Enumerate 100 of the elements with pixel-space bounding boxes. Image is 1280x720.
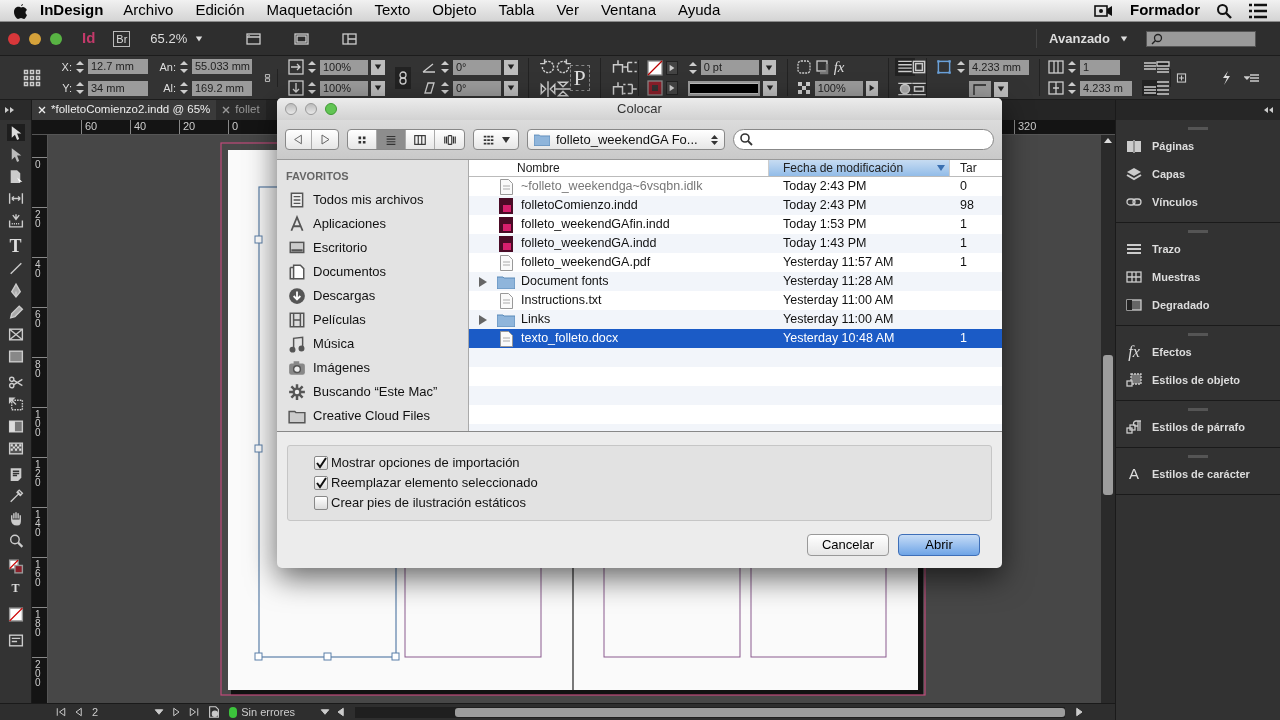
value-field[interactable]: 100% <box>814 80 863 96</box>
zoom-level-dropdown[interactable]: 65.2% <box>150 28 204 49</box>
page-number-field[interactable]: 2 <box>90 703 150 720</box>
value-field[interactable]: 169.2 mm <box>192 80 252 96</box>
file-row[interactable]: Document fonts Yesterday 11:28 AM <box>469 272 1002 291</box>
rotation-reference-glyph[interactable]: P <box>569 64 590 91</box>
dropdown-button[interactable] <box>371 59 385 75</box>
scroll-thumb[interactable] <box>455 707 1065 717</box>
search-field[interactable] <box>1146 30 1256 47</box>
value-field[interactable]: 0 pt <box>700 60 759 75</box>
expand-arrow-button[interactable] <box>665 60 678 75</box>
collector-tool-icon[interactable] <box>6 212 25 229</box>
disclosure-triangle-icon[interactable] <box>479 276 487 287</box>
zoom-window-button[interactable] <box>325 103 337 115</box>
value-field[interactable]: 100% <box>320 80 368 96</box>
sidebar-item[interactable]: Música <box>286 331 468 356</box>
user-name[interactable]: Formador <box>1130 0 1200 22</box>
constrain-proportions-icon[interactable] <box>262 68 278 87</box>
stepper-arrows[interactable] <box>307 80 317 96</box>
auto-fit-icon[interactable] <box>1170 68 1188 87</box>
workspace-dropdown[interactable]: Avanzado <box>1036 28 1128 49</box>
expand-panel-button[interactable] <box>0 100 31 120</box>
file-row[interactable]: folletoComienzo.indd Today 2:43 PM 98 <box>469 196 1002 215</box>
stroke-swatch-icon[interactable] <box>646 79 663 96</box>
align-center-icon[interactable] <box>1155 59 1172 76</box>
stroke-type-dropdown[interactable] <box>687 80 760 96</box>
dropdown-button[interactable] <box>761 60 776 75</box>
stepper-arrows[interactable] <box>179 58 189 75</box>
link-icon[interactable] <box>395 66 411 89</box>
sidebar-item[interactable]: Todos mis archivos <box>286 187 468 212</box>
type-tool-button[interactable]: T <box>9 238 22 255</box>
corner-shape-icon[interactable] <box>969 81 992 97</box>
menu-item[interactable]: Edición <box>195 0 245 22</box>
preflight-menu-icon[interactable] <box>319 706 331 718</box>
value-field[interactable]: 4.233 mm <box>969 59 1030 75</box>
justify-vertical-icon[interactable] <box>1155 79 1172 96</box>
file-row[interactable]: folleto_weekendGA.indd Today 1:43 PM 1 <box>469 234 1002 253</box>
apple-icon[interactable] <box>12 1 28 20</box>
wrap-none-icon[interactable] <box>894 57 915 76</box>
horizontal-scrollbar[interactable] <box>355 706 1065 718</box>
minimize-window-button[interactable] <box>29 32 41 45</box>
rectangle-tool-icon[interactable] <box>6 348 25 365</box>
sidebar-item[interactable]: Buscando “Este Mac” <box>286 379 468 404</box>
stepper-arrows[interactable] <box>440 59 450 75</box>
bridge-button[interactable]: Br <box>113 30 131 47</box>
value-field[interactable]: 1 <box>1080 59 1121 75</box>
free-transform-icon[interactable] <box>6 396 25 413</box>
dropdown-button[interactable] <box>994 81 1009 97</box>
stepper-arrows[interactable] <box>75 80 85 97</box>
sidebar-item[interactable]: Aplicaciones <box>286 211 468 236</box>
none-swatch-icon[interactable] <box>6 606 25 623</box>
fill-stroke-swatch-icon[interactable] <box>6 558 25 575</box>
location-popup[interactable]: folleto_weekendGA Fo... <box>527 129 725 150</box>
panel-button[interactable]: Páginas <box>1116 132 1280 160</box>
value-field[interactable]: 100% <box>320 59 368 75</box>
gradient-swatch-icon[interactable] <box>6 418 25 435</box>
list-icon[interactable] <box>1248 2 1268 19</box>
column-header[interactable]: Fecha de modificación <box>769 160 950 176</box>
frame-inset-icon[interactable] <box>935 58 954 76</box>
sidebar-item[interactable]: Escritorio <box>286 235 468 260</box>
align-bottom-icon[interactable] <box>1142 79 1159 96</box>
menu-item[interactable]: Ayuda <box>678 0 721 22</box>
stepper-arrows[interactable] <box>1067 80 1078 96</box>
first-page-icon[interactable] <box>54 706 68 718</box>
value-field[interactable]: 12.7 mm <box>88 59 148 75</box>
close-window-button[interactable] <box>8 32 20 45</box>
panel-button[interactable]: Muestras <box>1116 263 1280 291</box>
document-icon[interactable] <box>207 705 222 719</box>
flip-vertical-icon[interactable] <box>554 79 573 98</box>
sidebar-item[interactable]: Descargas <box>286 283 468 308</box>
rotate-clockwise-icon[interactable] <box>539 57 557 76</box>
dropdown-button[interactable] <box>371 80 385 96</box>
value-field[interactable]: 55.033 mm <box>192 59 252 75</box>
menu-item[interactable]: Maquetación <box>266 0 353 22</box>
stepper-arrows[interactable] <box>179 80 189 97</box>
panel-button[interactable]: A Estilos de carácter <box>1116 460 1280 488</box>
value-field[interactable]: 34 mm <box>88 80 148 96</box>
menu-item[interactable]: Texto <box>374 0 411 22</box>
expand-arrow-button[interactable] <box>665 80 678 95</box>
dropdown-button[interactable] <box>504 80 518 96</box>
stepper-arrows[interactable] <box>440 80 450 96</box>
document-tab[interactable]: *folletoComienzo2.indd @ 65% <box>32 100 217 120</box>
default-button[interactable]: Abrir <box>898 534 980 556</box>
file-row[interactable]: texto_folleto.docx Yesterday 10:48 AM 1 <box>469 329 1002 348</box>
dropdown-button[interactable] <box>762 80 777 96</box>
rotate-counterclockwise-icon[interactable] <box>554 57 573 76</box>
preflight-status[interactable]: Sin errores <box>241 703 295 720</box>
menu-item[interactable]: Objeto <box>432 0 477 22</box>
rectangle-frame-icon[interactable] <box>6 326 25 343</box>
view-mode-button[interactable] <box>377 130 406 149</box>
stepper-arrows[interactable] <box>75 58 85 75</box>
sort-descending-icon[interactable] <box>937 165 945 171</box>
disclosure-triangle-icon[interactable] <box>479 314 487 325</box>
fill-swatch-icon[interactable] <box>646 59 663 76</box>
gap-tool-icon[interactable] <box>6 190 25 207</box>
checkbox[interactable] <box>314 456 328 470</box>
panel-button[interactable]: Capas <box>1116 160 1280 188</box>
scroll-right-icon[interactable] <box>1073 706 1085 718</box>
sidebar-item[interactable]: Documentos <box>286 259 468 284</box>
panel-button[interactable]: fx Efectos <box>1116 338 1280 366</box>
